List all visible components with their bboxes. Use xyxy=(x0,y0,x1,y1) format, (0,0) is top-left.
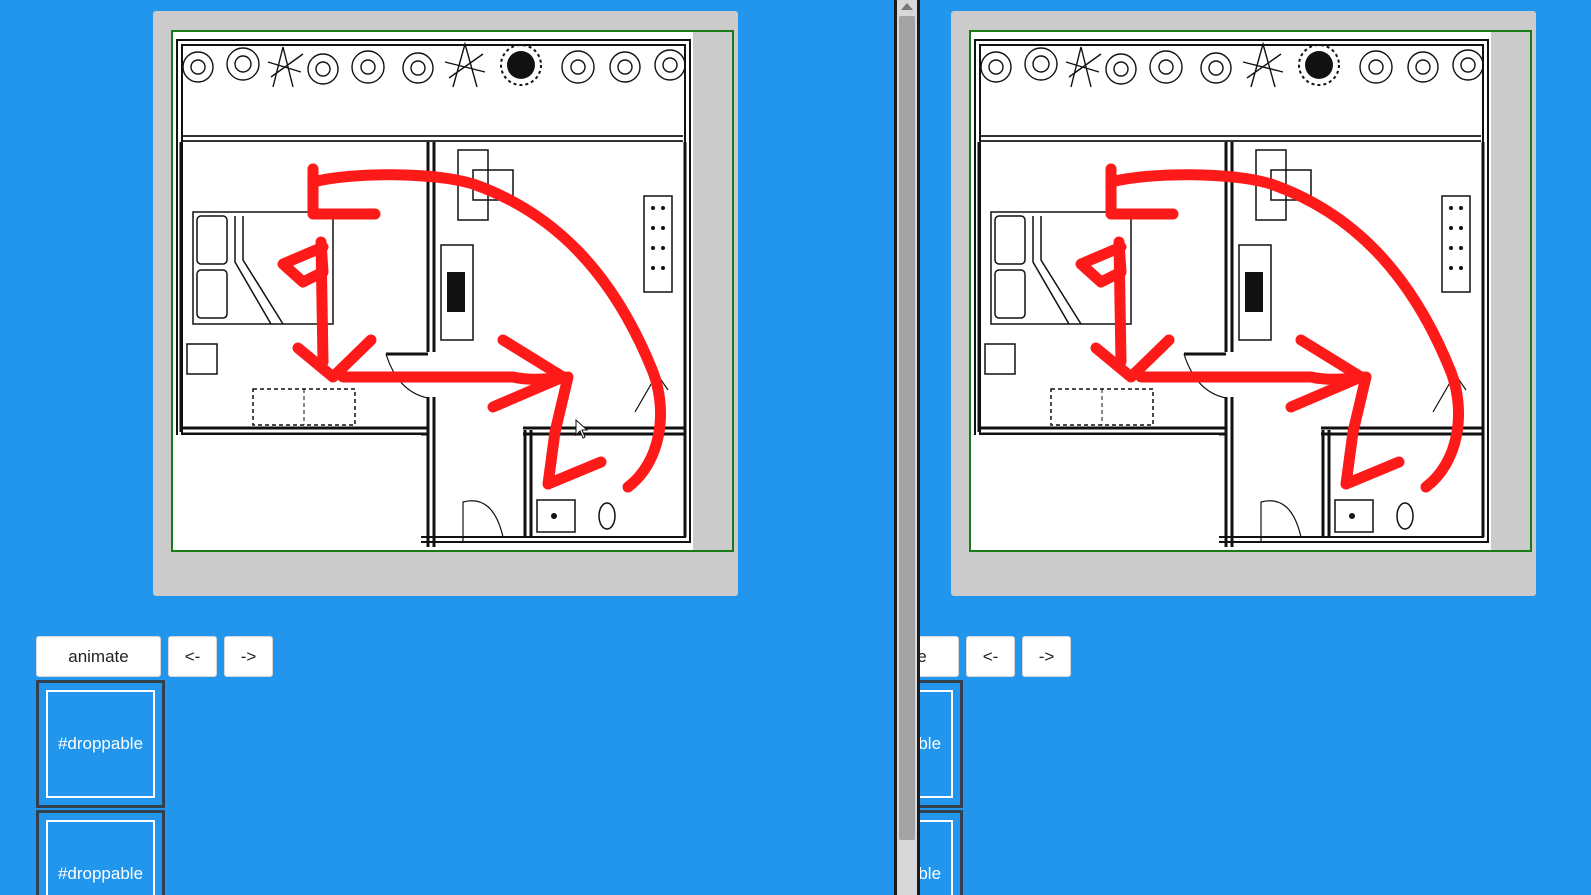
left-pane: animate <- -> #droppable #droppable xyxy=(0,0,894,895)
left-pane-content: animate <- -> #droppable #droppable xyxy=(0,0,894,895)
droppable-label: #droppable xyxy=(920,690,953,798)
droppable-box[interactable]: #droppable xyxy=(920,810,963,895)
previous-button[interactable]: <- xyxy=(168,636,217,677)
droppable-box[interactable]: #droppable xyxy=(36,680,165,808)
mouse-pointer-icon xyxy=(575,419,589,439)
scrollbar-thumb[interactable] xyxy=(899,16,915,840)
floorplan-drop-area[interactable] xyxy=(969,30,1532,552)
floorplan-image xyxy=(971,32,1491,550)
pane-divider-scrollbar[interactable] xyxy=(894,0,920,895)
floorplan-frame xyxy=(153,11,738,596)
floorplan-image xyxy=(173,32,693,550)
droppable-box[interactable]: #droppable xyxy=(920,680,963,808)
previous-button[interactable]: <- xyxy=(966,636,1015,677)
animate-button[interactable]: animate xyxy=(920,636,959,677)
animate-button[interactable]: animate xyxy=(36,636,161,677)
scroll-up-arrow-icon[interactable] xyxy=(901,3,913,10)
droppable-label: #droppable xyxy=(46,820,155,895)
next-button[interactable]: -> xyxy=(224,636,273,677)
droppable-box[interactable]: #droppable xyxy=(36,810,165,895)
droppable-label: #droppable xyxy=(920,820,953,895)
right-pane-content: animate <- -> #droppable #droppable xyxy=(920,0,1591,895)
floorplan-frame xyxy=(951,11,1536,596)
floorplan-drop-area[interactable] xyxy=(171,30,734,552)
right-pane: animate <- -> #droppable #droppable xyxy=(920,0,1591,895)
toolbar: animate <- -> xyxy=(920,636,1071,677)
droppable-label: #droppable xyxy=(46,690,155,798)
toolbar: animate <- -> xyxy=(36,636,273,677)
next-button[interactable]: -> xyxy=(1022,636,1071,677)
